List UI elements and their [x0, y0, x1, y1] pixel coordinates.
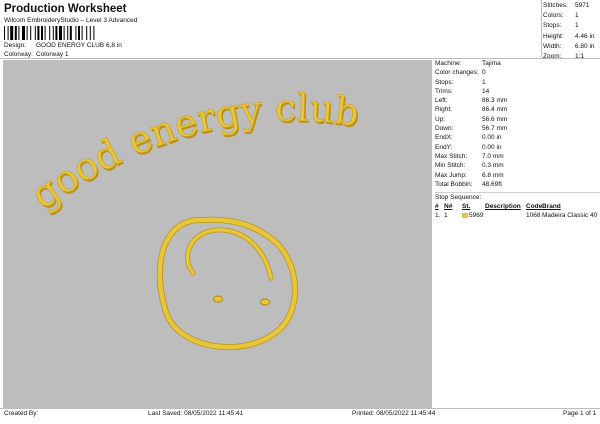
header-divider	[541, 0, 542, 57]
info-row: Color changes: 0	[435, 69, 486, 77]
printed-date: Printed: 08/05/2022 11:45:44	[352, 410, 436, 417]
barcode-bar	[67, 26, 69, 40]
info-row: Max Jump: 6.8 mm	[435, 171, 504, 179]
colorway-label: Colorway:	[4, 51, 33, 58]
divider	[435, 192, 600, 194]
design-label: Design:	[4, 42, 27, 49]
info-row: EndY: 0.00 in	[435, 143, 502, 151]
barcode-bar	[30, 26, 32, 40]
barcode-bar	[41, 26, 43, 40]
barcode-bar	[22, 26, 25, 40]
page-title: Production Worksheet	[4, 3, 127, 15]
stop-sequence-header: # N# St. Description CodeBrand	[435, 203, 561, 211]
table-row: 1. 1 5969 1068 Madeira Classic 40	[435, 212, 598, 220]
barcode-bar	[37, 26, 40, 40]
barcode-bar	[59, 26, 62, 40]
barcode-bar	[55, 26, 58, 40]
info-row: Right: 86.4 mm	[435, 106, 508, 114]
barcode-bar	[75, 26, 77, 40]
stat-row: Height: 4.46 in	[543, 32, 595, 40]
smiley-face-icon	[156, 216, 298, 351]
created-by: Created By:	[4, 410, 39, 417]
barcode-bar	[52, 26, 54, 40]
barcode-bar	[4, 26, 5, 40]
barcode-bar	[69, 26, 72, 40]
barcode-bar	[49, 26, 51, 40]
top-stats: Stitches: 5971 Colors: 1 Stops: 1 Height: 4.…	[543, 2, 600, 63]
barcode-bar	[93, 26, 95, 40]
barcode-bar	[26, 26, 28, 40]
info-row: Left: 86.3 mm	[435, 97, 508, 105]
barcode-bar	[18, 26, 20, 40]
barcode-bar	[10, 26, 14, 40]
info-row: Up: 56.6 mm	[435, 115, 508, 123]
barcode	[4, 26, 95, 40]
last-saved: Last Saved: 08/05/2022 11:45:41	[148, 410, 244, 417]
design-preview: good energy club good energy club	[3, 60, 432, 408]
barcode-bar	[7, 26, 9, 40]
design-row: Design: GOOD ENERGY CLUB 6,8 in	[4, 42, 122, 49]
stat-row: Stops: 1	[543, 22, 579, 30]
barcode-bar	[89, 26, 91, 40]
info-row: Machine: Tajima	[435, 60, 501, 67]
barcode-bar	[81, 26, 83, 40]
barcode-bar	[34, 26, 36, 40]
info-row: Total Bobbin: 48.69ft	[435, 180, 502, 188]
barcode-bar	[44, 26, 46, 40]
info-row: EndX: 0.00 in	[435, 134, 502, 142]
header-bottom-rule	[0, 58, 600, 59]
color-swatch	[462, 212, 468, 218]
info-row: Down: 56.7 mm	[435, 125, 508, 133]
stop-sequence-title: Stop Sequence:	[435, 194, 482, 202]
info-row: Min Stitch: 0.3 mm	[435, 162, 504, 170]
info-row: Stops: 1	[435, 78, 486, 86]
stat-row: Width: 6.80 in	[543, 42, 595, 50]
stat-row: Colors: 1	[543, 12, 579, 20]
footer-rule	[0, 408, 600, 409]
design-value: GOOD ENERGY CLUB 6,8 in	[36, 42, 122, 49]
embroidery-artwork: good energy club good energy club	[23, 85, 363, 351]
barcode-bar	[14, 26, 17, 40]
software-subtitle: Wilcom EmbroideryStudio – Level 3 Advanc…	[4, 17, 138, 24]
stat-row: Stitches: 5971	[543, 2, 590, 9]
colorway-row: Colorway: Colorway 1	[4, 51, 69, 58]
barcode-bar	[63, 26, 65, 40]
info-row: Max Stitch: 7.0 mm	[435, 152, 504, 160]
info-row: Trims: 14	[435, 87, 490, 95]
page-number: Page 1 of 1	[563, 410, 597, 417]
barcode-bar	[86, 26, 88, 40]
colorway-value: Colorway 1	[36, 51, 69, 58]
machine-info-panel: Machine: Tajima Color changes: 0 Stops: 1 T…	[435, 60, 600, 221]
barcode-bar	[78, 26, 80, 40]
